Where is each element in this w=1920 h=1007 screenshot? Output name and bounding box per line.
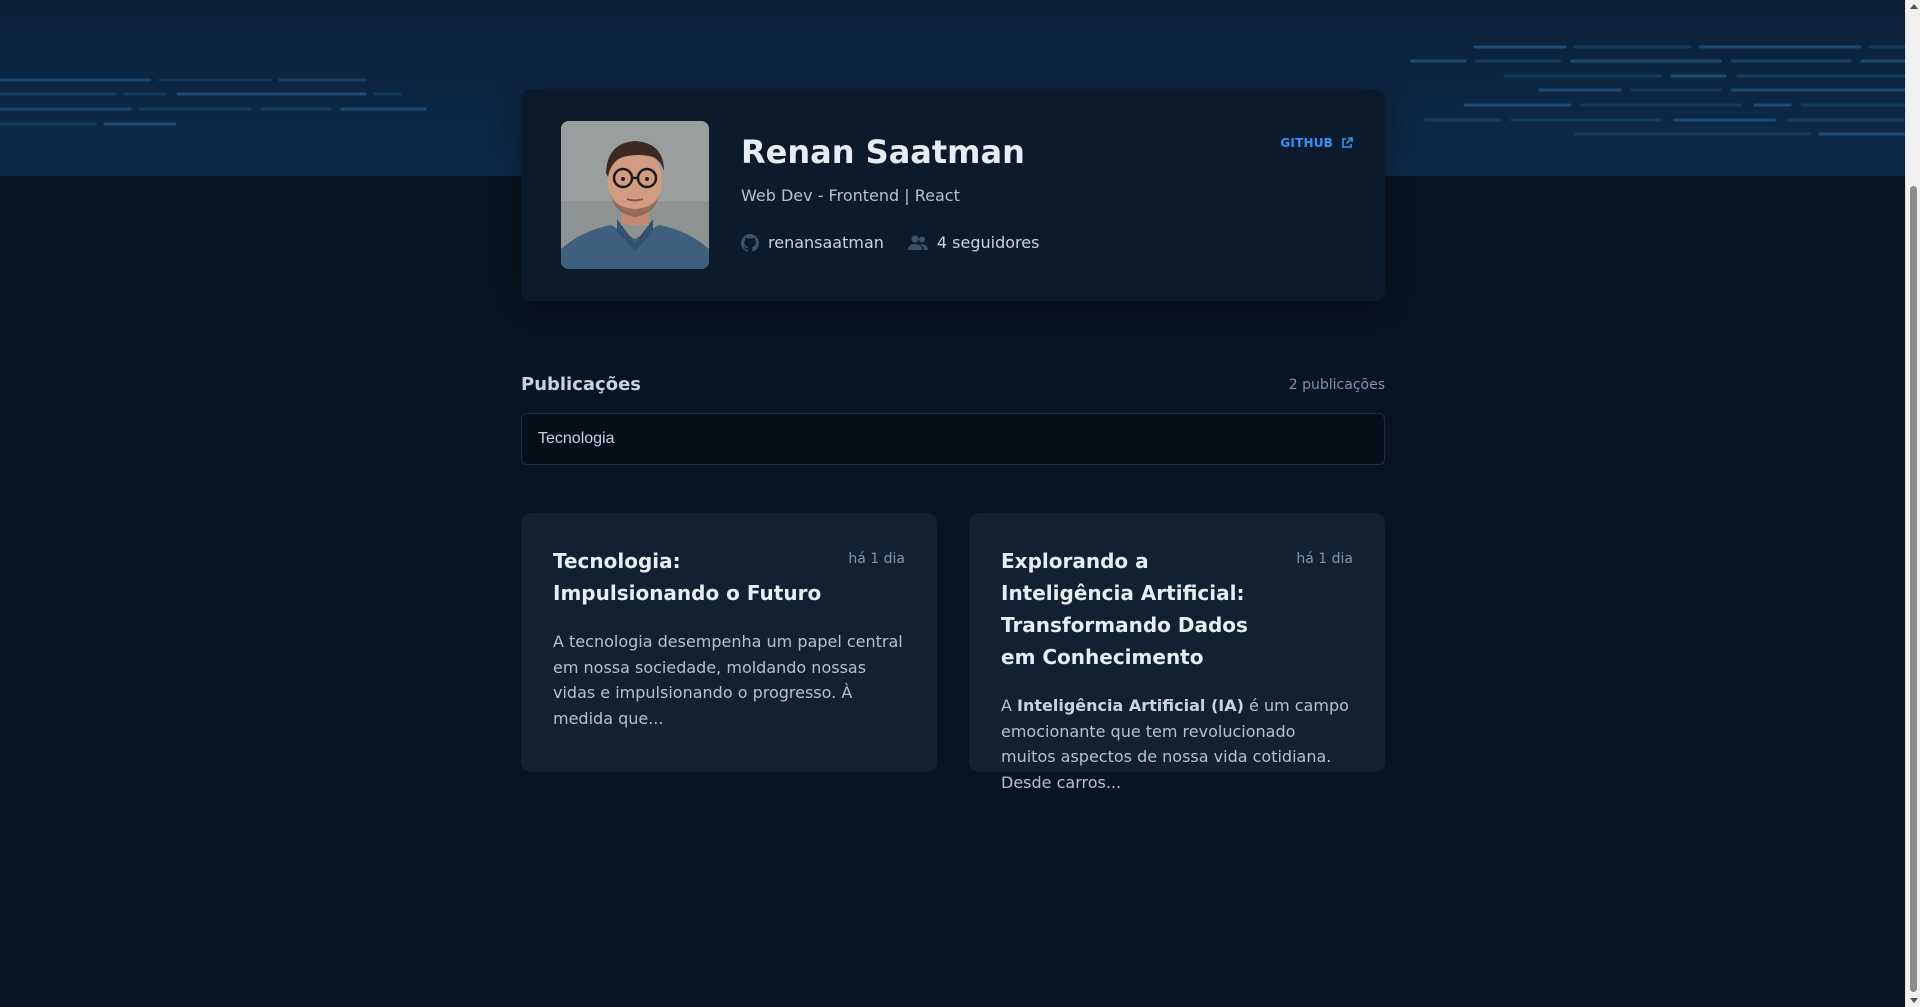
followers-item: 4 seguidores bbox=[907, 233, 1040, 252]
scroll-up-icon[interactable] bbox=[1910, 4, 1918, 9]
profile-name: Renan Saatman bbox=[741, 133, 1025, 171]
post-title: Tecnologia: Impulsionando o Futuro bbox=[553, 549, 822, 605]
profile-meta: renansaatman 4 seguidores bbox=[741, 233, 1063, 252]
post-excerpt-prefix: A bbox=[1001, 696, 1018, 715]
post-date: há 1 dia bbox=[1296, 551, 1353, 567]
scrollbar-thumb[interactable] bbox=[1910, 186, 1917, 992]
profile-bio: Web Dev - Frontend | React bbox=[741, 186, 960, 205]
username-item: renansaatman bbox=[741, 233, 884, 252]
publications-header: Publicações 2 publicações bbox=[521, 374, 1385, 395]
publications-title: Publicações bbox=[521, 374, 642, 395]
profile-card: Renan Saatman Web Dev - Frontend | React… bbox=[521, 89, 1385, 301]
post-title: Explorando a Inteligência Artificial: Tr… bbox=[1001, 549, 1248, 669]
external-link-icon bbox=[1342, 137, 1353, 148]
post-excerpt-bold: Inteligência Artificial (IA) bbox=[1017, 696, 1244, 715]
post-excerpt: A tecnologia desempenha um papel central… bbox=[553, 632, 903, 728]
followers-count: 4 seguidores bbox=[936, 233, 1040, 252]
post-card[interactable]: Explorando a Inteligência Artificial: Tr… bbox=[969, 513, 1385, 792]
users-icon bbox=[907, 234, 928, 250]
publications-count: 2 publicações bbox=[1288, 376, 1385, 393]
search-input[interactable] bbox=[521, 413, 1385, 465]
post-card[interactable]: Tecnologia: Impulsionando o Futuro há 1 … bbox=[521, 513, 937, 772]
username: renansaatman bbox=[768, 233, 884, 252]
github-link-label: GITHUB bbox=[1280, 136, 1333, 150]
page-scrollbar[interactable] bbox=[1905, 0, 1920, 1007]
avatar bbox=[561, 121, 709, 269]
post-excerpt: A Inteligência Artificial (IA) é um camp… bbox=[1001, 693, 1353, 795]
scroll-down-icon[interactable] bbox=[1910, 998, 1918, 1003]
github-icon bbox=[741, 233, 759, 252]
post-date: há 1 dia bbox=[848, 551, 905, 567]
github-link[interactable]: GITHUB bbox=[1280, 136, 1353, 150]
